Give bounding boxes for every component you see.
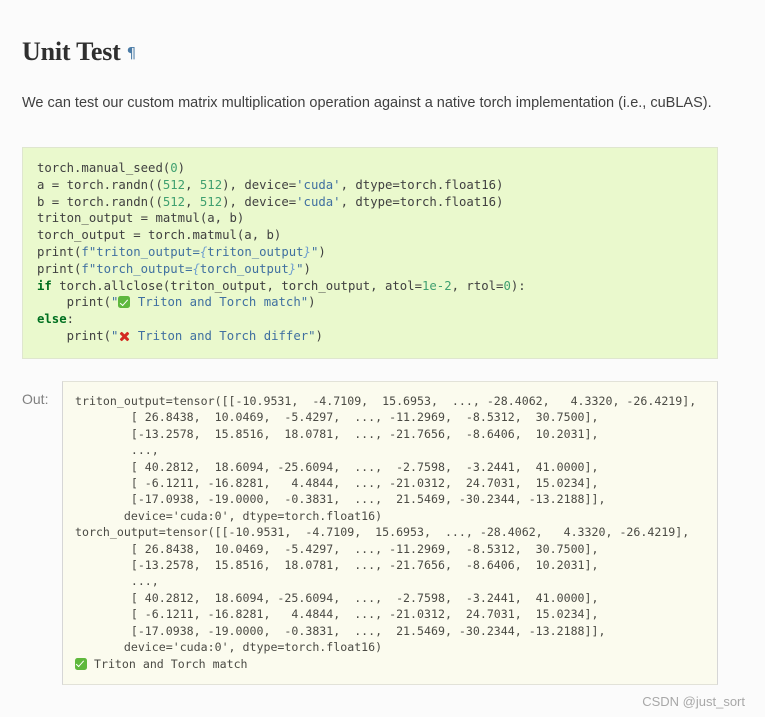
page-title: Unit Test ¶ <box>22 36 136 67</box>
code-line: a = torch.randn((512, 512), device='cuda… <box>37 177 504 192</box>
code-keyword: else <box>37 312 67 327</box>
code-line: b = torch.randn((512, 512), device='cuda… <box>37 194 504 209</box>
output-section: Out: triton_output=tensor([[-10.9531, -4… <box>22 381 718 685</box>
output-line: device='cuda:0', dtype=torch.float16) <box>75 508 383 523</box>
code-number: 512 <box>199 177 223 192</box>
page-root: Unit Test ¶ We can test our custom matrix… <box>0 0 765 717</box>
output-line: [-17.0938, -19.0000, -0.3831, ..., 21.54… <box>75 623 606 638</box>
code-line: triton_output = matmul(a, b) <box>37 211 245 226</box>
output-text-block: triton_output=tensor([[-10.9531, -4.7109… <box>62 381 718 685</box>
output-line: [ -6.1211, -16.8281, 4.4844, ..., -21.03… <box>75 476 599 491</box>
output-line: device='cuda:0', dtype=torch.float16) <box>75 640 383 655</box>
code-fstring-brace: { <box>192 261 200 276</box>
code-line: print(" Triton and Torch match") <box>37 295 316 310</box>
code-string: 'cuda' <box>296 177 341 192</box>
code-number: 512 <box>199 194 223 209</box>
code-line: print(" Triton and Torch differ") <box>37 328 323 343</box>
code-string: torch_output <box>199 261 289 276</box>
pilcrow-anchor-icon[interactable]: ¶ <box>127 44 137 62</box>
code-string: " <box>111 295 119 310</box>
output-line: [-17.0938, -19.0000, -0.3831, ..., 21.54… <box>75 492 606 507</box>
code-line: torch.manual_seed(0) <box>37 161 186 175</box>
code-number: 512 <box>162 177 186 192</box>
code-string: Triton and Torch match" <box>130 295 309 310</box>
output-line: ..., <box>75 574 159 589</box>
output-line-result: Triton and Torch match <box>75 656 707 672</box>
watermark: CSDN @just_sort <box>642 694 745 709</box>
code-line: if torch.allclose(triton_output, torch_o… <box>37 278 526 293</box>
output-line: [ 40.2812, 18.6094, -25.6094, ..., -2.75… <box>75 590 599 605</box>
output-line: torch_output=tensor([[-10.9531, -4.7109,… <box>75 525 690 540</box>
code-string: " <box>111 328 119 343</box>
code-keyword: if <box>37 278 52 293</box>
code-string: f"triton_output= <box>81 244 200 259</box>
code-line: print(f"triton_output={triton_output}") <box>37 244 326 259</box>
code-number: 0 <box>503 278 511 293</box>
code-string: Triton and Torch differ" <box>130 328 316 343</box>
code-string: f"torch_output= <box>81 261 193 276</box>
code-number: 512 <box>162 194 186 209</box>
output-line: [ 26.8438, 10.0469, -5.4297, ..., -11.29… <box>75 541 599 556</box>
output-line: ..., <box>75 443 159 458</box>
output-line: [-13.2578, 15.8516, 18.0781, ..., -21.76… <box>75 558 599 573</box>
code-string: 'cuda' <box>296 194 341 209</box>
code-number: 0 <box>170 161 178 175</box>
code-string: " <box>310 244 319 259</box>
code-line: torch_output = torch.matmul(a, b) <box>37 228 282 243</box>
code-fstring-brace: } <box>303 244 311 259</box>
output-line: [-13.2578, 15.8516, 18.0781, ..., -21.76… <box>75 426 599 441</box>
output-line: triton_output=tensor([[-10.9531, -4.7109… <box>75 394 697 408</box>
code-string: " <box>296 261 304 276</box>
check-mark-icon <box>118 296 131 309</box>
code-number: 1e-2 <box>421 278 452 293</box>
code-line: else: <box>37 312 75 327</box>
code-line: print(f"torch_output={torch_output}") <box>37 261 311 276</box>
output-line: [ 40.2812, 18.6094, -25.6094, ..., -2.75… <box>75 459 599 474</box>
python-code-block: torch.manual_seed(0)a = torch.randn((512… <box>22 147 718 359</box>
output-line: [ 26.8438, 10.0469, -5.4297, ..., -11.29… <box>75 410 599 425</box>
check-mark-icon <box>75 657 87 670</box>
page-title-text: Unit Test <box>22 37 121 67</box>
code-string: triton_output <box>207 244 304 259</box>
cross-mark-icon <box>118 330 130 342</box>
output-label: Out: <box>22 391 49 407</box>
intro-paragraph: We can test our custom matrix multiplica… <box>22 94 712 111</box>
output-line: [ -6.1211, -16.8281, 4.4844, ..., -21.03… <box>75 607 599 622</box>
